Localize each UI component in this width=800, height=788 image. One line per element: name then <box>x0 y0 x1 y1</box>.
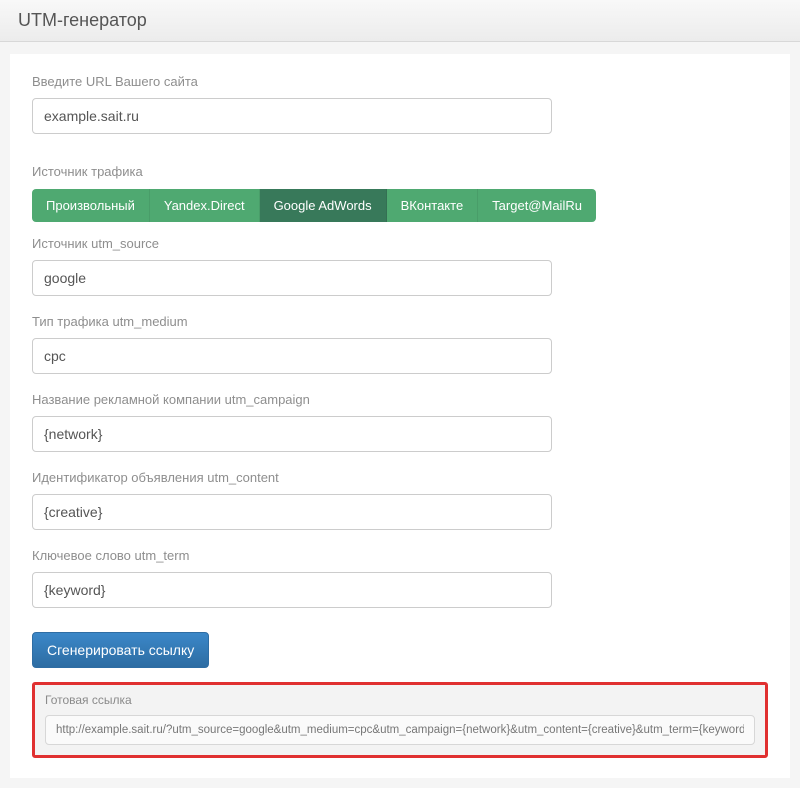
term-label: Ключевое слово utm_term <box>32 548 768 563</box>
page-header: UTM-генератор <box>0 0 800 42</box>
result-box: Готовая ссылка <box>32 682 768 758</box>
medium-input[interactable] <box>32 338 552 374</box>
traffic-source-tabs: Произвольный Yandex.Direct Google AdWord… <box>32 189 596 222</box>
traffic-source-group: Источник трафика Произвольный Yandex.Dir… <box>32 164 768 296</box>
page-title: UTM-генератор <box>18 10 782 31</box>
generate-button[interactable]: Сгенерировать ссылку <box>32 632 209 668</box>
medium-label: Тип трафика utm_medium <box>32 314 768 329</box>
traffic-source-label: Источник трафика <box>32 164 768 179</box>
term-group: Ключевое слово utm_term <box>32 548 768 608</box>
content-label: Идентификатор объявления utm_content <box>32 470 768 485</box>
source-label: Источник utm_source <box>32 236 768 251</box>
content-group: Идентификатор объявления utm_content <box>32 470 768 530</box>
tab-custom[interactable]: Произвольный <box>32 189 150 222</box>
tab-target-mailru[interactable]: Target@MailRu <box>478 189 596 222</box>
content-input[interactable] <box>32 494 552 530</box>
tab-google-adwords[interactable]: Google AdWords <box>260 189 387 222</box>
campaign-group: Название рекламной компании utm_campaign <box>32 392 768 452</box>
url-group: Введите URL Вашего сайта <box>32 74 768 134</box>
campaign-label: Название рекламной компании utm_campaign <box>32 392 768 407</box>
url-input[interactable] <box>32 98 552 134</box>
form-panel: Введите URL Вашего сайта Источник трафик… <box>10 54 790 778</box>
term-input[interactable] <box>32 572 552 608</box>
url-label: Введите URL Вашего сайта <box>32 74 768 89</box>
tab-vkontakte[interactable]: ВКонтакте <box>387 189 479 222</box>
result-label: Готовая ссылка <box>45 693 755 707</box>
result-input[interactable] <box>45 715 755 745</box>
medium-group: Тип трафика utm_medium <box>32 314 768 374</box>
source-input[interactable] <box>32 260 552 296</box>
tab-yandex-direct[interactable]: Yandex.Direct <box>150 189 260 222</box>
campaign-input[interactable] <box>32 416 552 452</box>
